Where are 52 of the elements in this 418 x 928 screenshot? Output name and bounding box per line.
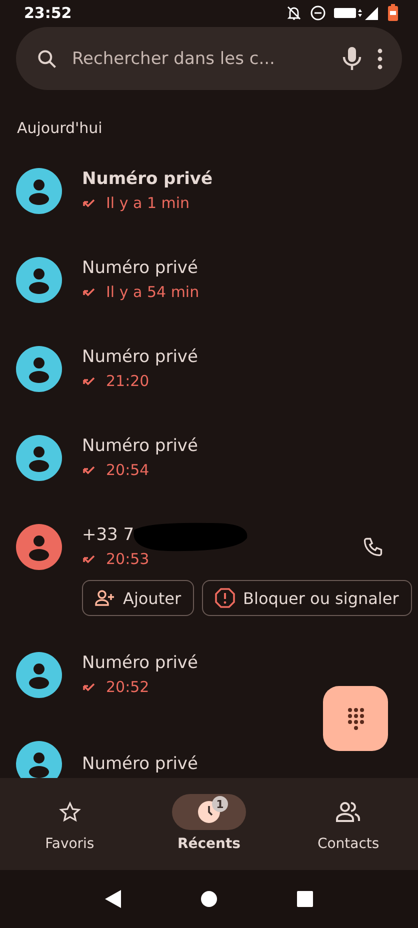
call-time: 20:52 xyxy=(106,678,150,696)
bell-off-icon xyxy=(286,4,302,20)
call-time: 20:53 xyxy=(106,550,150,568)
people-icon xyxy=(335,801,362,823)
search-bar[interactable]: Rechercher dans les c... xyxy=(16,27,402,90)
call-row[interactable]: Numéro privé Il y a 1 min xyxy=(0,147,418,236)
caller-name: Numéro privé xyxy=(82,436,198,456)
status-time: 23:52 xyxy=(24,4,72,22)
add-person-icon xyxy=(95,590,115,606)
nav-tab[interactable]: Favoris xyxy=(0,778,140,870)
section-header: Aujourd'hui xyxy=(17,119,102,137)
back-icon[interactable] xyxy=(104,889,122,909)
microphone-icon[interactable] xyxy=(342,46,362,72)
missed-call-icon xyxy=(82,464,96,476)
dialpad-icon xyxy=(346,706,366,732)
count-badge: 1 xyxy=(212,796,228,812)
battery-icon xyxy=(388,4,398,21)
action-button[interactable]: Bloquer ou signaler xyxy=(202,580,412,616)
call-row[interactable]: Numéro privé 20:52 xyxy=(0,631,418,720)
star-icon xyxy=(58,801,81,823)
overview-icon[interactable] xyxy=(296,890,314,908)
call-time: Il y a 1 min xyxy=(106,194,190,212)
nav-tab[interactable]: 1 Récents xyxy=(139,778,279,870)
action-button[interactable]: Ajouter xyxy=(82,580,194,616)
call-time: Il y a 54 min xyxy=(106,283,200,302)
missed-call-icon xyxy=(82,375,96,388)
call-row[interactable]: Numéro privé 21:20 xyxy=(0,325,418,414)
home-icon[interactable] xyxy=(200,890,218,908)
missed-call-icon xyxy=(82,553,96,566)
call-row[interactable]: +33 7 20:53 Ajouter Bloquer ou signaler xyxy=(0,503,418,631)
more-options-icon[interactable] xyxy=(376,48,384,70)
search-icon xyxy=(36,48,58,70)
missed-call-icon xyxy=(82,286,96,298)
call-time: 21:20 xyxy=(106,372,150,390)
call-time: 20:54 xyxy=(106,461,150,480)
call-row[interactable]: Numéro privé 20:54 xyxy=(0,414,418,503)
search-placeholder: Rechercher dans les c... xyxy=(72,48,276,68)
missed-call-icon xyxy=(82,197,96,210)
nav-tab[interactable]: Contacts xyxy=(278,778,418,870)
warning-icon xyxy=(215,588,236,608)
caller-name: Numéro privé xyxy=(82,258,198,278)
caller-name: Numéro privé xyxy=(82,754,198,774)
dialpad-button[interactable] xyxy=(323,686,388,751)
caller-name: Numéro privé xyxy=(82,170,213,188)
caller-name: Numéro privé xyxy=(82,654,198,672)
caller-name: Numéro privé xyxy=(82,348,198,366)
do-not-disturb-icon xyxy=(310,4,326,20)
call-button[interactable] xyxy=(362,536,384,558)
caller-name: +33 7 xyxy=(82,526,134,544)
signal-icon xyxy=(334,4,380,20)
missed-call-icon xyxy=(82,681,96,694)
call-row[interactable]: Numéro privé Il y a 54 min xyxy=(0,236,418,325)
